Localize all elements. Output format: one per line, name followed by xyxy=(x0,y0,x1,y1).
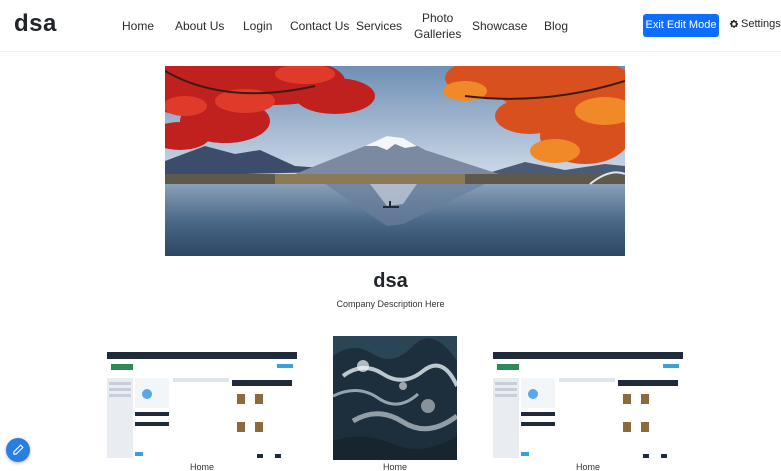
nav-about-us[interactable]: About Us xyxy=(175,18,224,34)
hero-image xyxy=(165,66,625,256)
nav-home[interactable]: Home xyxy=(122,18,154,34)
company-title: dsa xyxy=(373,270,408,292)
nav-services[interactable]: Services xyxy=(356,18,402,34)
dashboard-screenshot xyxy=(107,352,297,460)
gear-icon xyxy=(729,19,739,28)
gallery-card[interactable]: Home xyxy=(107,352,297,471)
settings-label: Settings xyxy=(741,18,781,30)
brand-logo[interactable]: dsa xyxy=(14,10,57,38)
nav-contact-us[interactable]: Contact Us xyxy=(290,18,349,34)
gallery-card[interactable]: Home xyxy=(493,352,683,471)
gallery-card[interactable]: Home xyxy=(333,336,457,471)
nav-blog[interactable]: Blog xyxy=(544,18,568,34)
dashboard-screenshot xyxy=(493,352,683,460)
company-description: Company Description Here xyxy=(336,299,445,309)
ocean-waves-aerial xyxy=(333,336,457,460)
edit-fab-button[interactable] xyxy=(6,438,30,462)
top-navbar: dsa Home About Us Login Contact Us Servi… xyxy=(0,0,781,52)
nav-photo-line1: Photo xyxy=(422,11,454,25)
gallery-caption: Home xyxy=(382,462,407,471)
gallery-caption: Home xyxy=(575,462,600,471)
nav-login[interactable]: Login xyxy=(243,18,272,34)
nav-photo-line2: Galleries xyxy=(414,27,462,41)
nav-photo-galleries[interactable]: Photo Galleries xyxy=(414,10,461,42)
settings-button[interactable]: Settings xyxy=(729,18,781,30)
exit-edit-mode-button[interactable]: Exit Edit Mode xyxy=(643,14,719,37)
pencil-icon xyxy=(13,444,24,455)
landscape-mountain-lake-image xyxy=(165,66,625,256)
gallery-caption: Home xyxy=(189,462,214,471)
nav-showcase[interactable]: Showcase xyxy=(472,18,527,34)
